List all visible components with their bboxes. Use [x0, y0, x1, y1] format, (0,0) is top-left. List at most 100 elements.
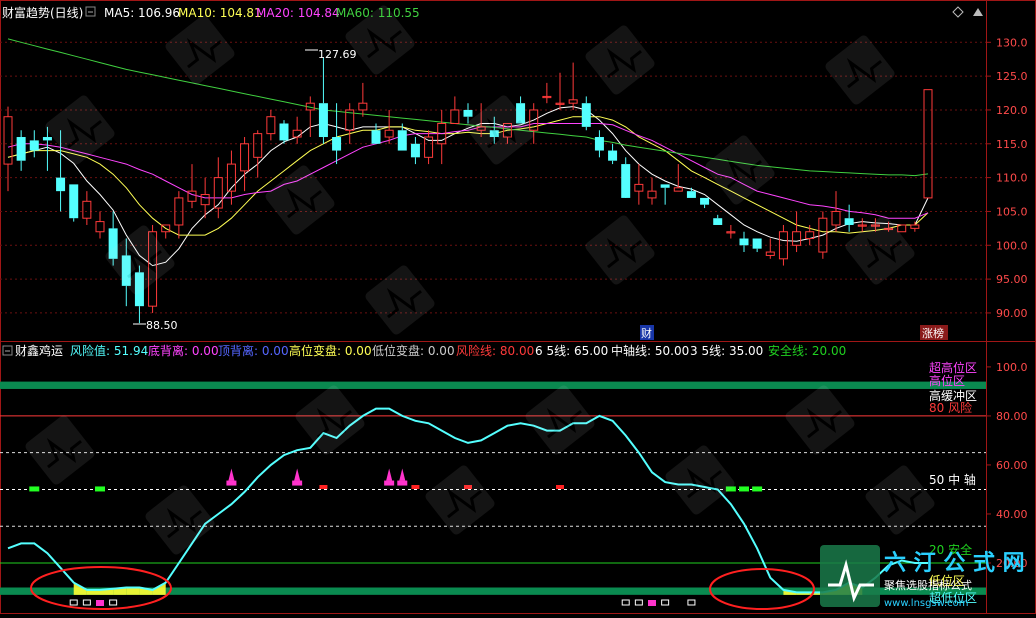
candle-body [673, 187, 683, 192]
watermark-tile [705, 135, 775, 205]
candle[interactable] [279, 120, 289, 144]
candle[interactable] [700, 197, 710, 209]
candle-body [686, 191, 696, 198]
minimize-icon[interactable] [85, 6, 96, 17]
candle-body [29, 140, 39, 151]
candle[interactable] [187, 164, 197, 209]
candle[interactable] [634, 164, 644, 205]
candle[interactable] [82, 191, 92, 225]
candle[interactable] [318, 57, 328, 144]
bottom-title: 财鑫鸡运 [15, 343, 63, 358]
candle[interactable] [792, 211, 802, 253]
low-zone-fill [126, 587, 140, 595]
candle-body [397, 130, 407, 151]
candle[interactable] [358, 82, 368, 117]
candle[interactable] [95, 211, 105, 239]
candle[interactable] [647, 177, 657, 205]
line65-label: 6 5线: 65.00 [535, 344, 608, 358]
divergence-flag [384, 468, 395, 486]
green-signal-mark [29, 486, 40, 492]
candle[interactable] [686, 187, 696, 198]
candle[interactable] [410, 137, 420, 165]
candle[interactable] [713, 214, 723, 225]
candle[interactable] [161, 224, 171, 239]
chart-canvas[interactable]: 90.00 95.00 100.0 105.0 110.0 115.0 120.0 125.0… [0, 0, 1036, 614]
candle[interactable] [305, 96, 315, 138]
candle-body [16, 137, 26, 161]
price-tick-label: 90.00 [996, 307, 1028, 320]
candle[interactable] [660, 184, 670, 205]
cai-tag[interactable]: 财 [640, 325, 654, 340]
price-tick-label: 125.0 [996, 70, 1028, 83]
candle[interactable] [450, 96, 460, 124]
candle[interactable] [69, 184, 79, 222]
price-tick-label: 100.0 [996, 239, 1028, 252]
candle[interactable] [424, 130, 434, 165]
low-marker-filled [96, 600, 104, 606]
watermark-tile [365, 265, 435, 335]
candle-body [253, 133, 263, 158]
candle[interactable] [844, 204, 854, 232]
candle-body [384, 129, 394, 138]
candle-body [358, 102, 368, 111]
candle-body [831, 210, 841, 226]
candle[interactable] [213, 157, 223, 219]
candle[interactable] [568, 62, 578, 110]
minimize-icon-2[interactable] [2, 345, 13, 356]
svg-text:涨榜: 涨榜 [922, 326, 944, 340]
top-header: 财富趋势(日线) MA5: 106.96 MA10: 104.81 MA20: … [2, 5, 983, 20]
price-tick-label: 115.0 [996, 138, 1028, 151]
candle-body [56, 177, 66, 192]
candle[interactable] [555, 72, 565, 110]
candle-body [647, 190, 657, 199]
bottom-header: 财鑫鸡运 风险值: 51.94 底背离: 0.00 顶背离: 0.00 高位变盘… [2, 343, 846, 358]
candle[interactable] [542, 82, 552, 104]
price-tick-label: 95.00 [996, 273, 1028, 286]
diamond-icon[interactable] [952, 6, 964, 18]
candle[interactable] [292, 116, 302, 144]
candle[interactable] [437, 109, 447, 165]
candle[interactable] [831, 191, 841, 232]
ma10-label: MA10: 104.81 [178, 6, 262, 20]
candle-body [608, 150, 618, 161]
top-title: 财富趋势(日线) [2, 5, 83, 20]
triangle-up-icon[interactable] [973, 8, 983, 16]
candle[interactable] [332, 103, 342, 165]
candle-body [765, 251, 775, 256]
svg-text:财: 财 [641, 326, 652, 340]
candle-body [713, 218, 723, 225]
candle-body [69, 184, 79, 219]
candle[interactable] [345, 103, 355, 144]
watermark-tile [25, 415, 95, 485]
candle[interactable] [621, 157, 631, 198]
candle[interactable] [752, 238, 762, 253]
candle-body [410, 143, 420, 158]
candle[interactable] [581, 96, 591, 131]
candle[interactable] [765, 238, 775, 259]
watermark-layer [25, 5, 935, 555]
indicator-tick-label: 60.00 [996, 459, 1028, 472]
candle[interactable] [16, 130, 26, 171]
candle[interactable] [240, 137, 250, 192]
candle-body [200, 194, 210, 206]
candle[interactable] [253, 130, 263, 178]
candle[interactable] [29, 130, 39, 158]
candle[interactable] [726, 224, 736, 239]
candle[interactable] [910, 221, 920, 232]
low-price-label: 88.50 [146, 319, 178, 332]
candle-body [240, 143, 250, 172]
candle[interactable] [174, 191, 184, 239]
candle-body [318, 103, 328, 138]
candle[interactable] [594, 130, 604, 158]
candle[interactable] [739, 231, 749, 253]
candle[interactable] [3, 106, 13, 192]
candle[interactable] [266, 109, 276, 141]
candle[interactable] [608, 143, 618, 165]
low-marker-hollow [634, 599, 643, 606]
low-turn-label: 低位变盘: 0.00 [372, 343, 455, 358]
low-marker-hollow [82, 599, 91, 606]
high-price-label: 127.69 [318, 48, 357, 61]
zhangbang-tag[interactable]: 涨榜 [920, 325, 948, 340]
watermark-tile [145, 485, 215, 555]
green-signal-mark [752, 486, 763, 492]
